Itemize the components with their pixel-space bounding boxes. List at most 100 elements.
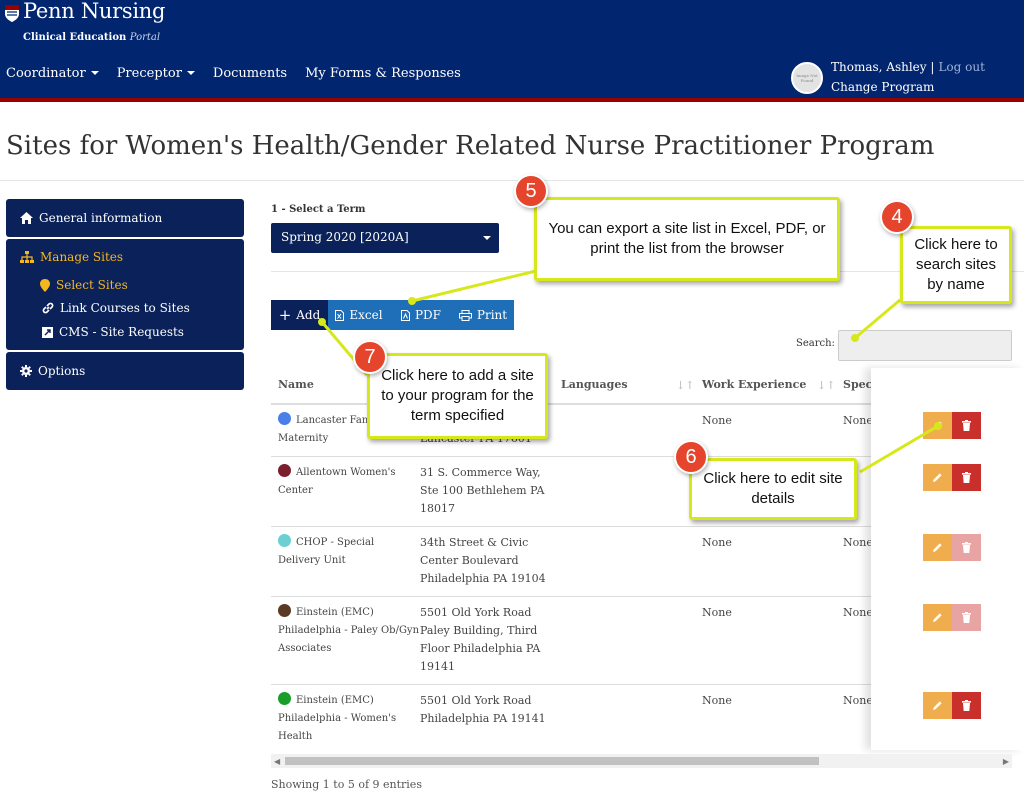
site-color-dot (278, 412, 291, 425)
column-header-languages[interactable]: Languages (561, 378, 628, 391)
logo-subtitle: Clinical Education Portal (23, 32, 161, 43)
sidebar-section-manage-sites: Manage Sites Select Sites Link Courses t… (6, 239, 244, 350)
table-row-specialty: None (843, 414, 873, 427)
change-program-link[interactable]: Change Program (831, 80, 934, 94)
table-info: Showing 1 to 5 of 9 entries (271, 778, 422, 791)
edit-site-button[interactable] (923, 692, 952, 719)
main-nav: Coordinator Preceptor Documents My Forms… (6, 66, 461, 81)
edit-site-button[interactable] (923, 412, 952, 439)
print-button[interactable]: Print (452, 300, 514, 330)
edit-site-button[interactable] (923, 534, 952, 561)
trash-icon (962, 612, 971, 623)
table-row-specialty: None (843, 694, 873, 707)
table-row-specialty: None (843, 606, 873, 619)
export-excel-button[interactable]: Excel (328, 300, 390, 330)
export-pdf-button[interactable]: PDF (390, 300, 452, 330)
delete-site-button[interactable] (952, 692, 981, 719)
delete-site-button-disabled (952, 534, 981, 561)
trash-icon (962, 542, 971, 553)
sidebar-item-label: Options (38, 364, 86, 378)
sidebar-item-cms-requests[interactable]: CMS - Site Requests (42, 325, 184, 339)
table-row-address: 5501 Old York Road Philadelphia PA 19141 (420, 694, 546, 725)
delete-site-button[interactable] (952, 464, 981, 491)
table-row-name[interactable]: Einstein (EMC) Philadelphia - Paley Ob/G… (278, 604, 419, 658)
table-row-name[interactable]: Lancaster Famil Maternity (278, 412, 378, 448)
scroll-left-icon[interactable]: ◀ (274, 757, 280, 766)
map-marker-icon (40, 278, 50, 292)
callout-edit: Click here to edit site details (689, 458, 857, 520)
callout-badge-7: 7 (353, 340, 387, 374)
column-header-name[interactable]: Name (278, 378, 314, 391)
sidebar-item-label: General information (39, 211, 163, 225)
pencil-icon (933, 543, 942, 552)
chevron-down-icon (90, 71, 99, 75)
edit-site-button[interactable] (923, 604, 952, 631)
sidebar-item-general-information[interactable]: General information (6, 199, 244, 237)
sidebar-item-select-sites[interactable]: Select Sites (40, 278, 128, 292)
file-excel-icon (335, 309, 345, 321)
callout-add: Click here to add a site to your program… (367, 353, 548, 439)
term-label: 1 - Select a Term (271, 204, 366, 215)
user-name: Thomas, Ashley (831, 60, 927, 74)
pencil-icon (933, 421, 942, 430)
trash-icon (962, 700, 971, 711)
print-icon (458, 309, 472, 321)
chevron-down-icon (483, 236, 491, 240)
sidebar-item-link-courses[interactable]: Link Courses to Sites (42, 301, 190, 315)
table-row-address: 5501 Old York Road Paley Building, Third F… (420, 606, 541, 673)
search-input[interactable] (838, 330, 1012, 361)
table-row-specialty: None (843, 536, 873, 549)
horizontal-scrollbar[interactable]: ◀ ▶ (271, 754, 1012, 768)
penn-shield-icon (5, 5, 19, 22)
external-link-icon (42, 326, 53, 338)
nav-coordinator[interactable]: Coordinator (6, 66, 99, 81)
sidebar-item-options[interactable]: Options (6, 352, 244, 390)
sitemap-icon (20, 251, 34, 263)
search-label: Search: (796, 338, 835, 349)
term-select[interactable]: Spring 2020 [2020A] (271, 223, 499, 253)
site-color-dot (278, 534, 291, 547)
site-color-dot (278, 692, 291, 705)
nav-my-forms[interactable]: My Forms & Responses (305, 66, 461, 81)
table-row-name[interactable]: Einstein (EMC) Philadelphia - Women's Hea… (278, 692, 396, 746)
sort-icon: ↓↑ (676, 379, 695, 392)
delete-site-button[interactable] (952, 412, 981, 439)
user-info: Thomas, Ashley | Log out (831, 60, 985, 74)
column-header-work-experience[interactable]: Work Experience (702, 378, 806, 391)
row-divider (271, 596, 871, 597)
trash-icon (962, 472, 971, 483)
table-row-work-experience: None (702, 414, 732, 427)
pencil-icon (933, 701, 942, 710)
table-row-name[interactable]: CHOP - Special Delivery Unit (278, 534, 374, 570)
nav-documents[interactable]: Documents (213, 66, 287, 81)
logo-title: Penn Nursing (23, 0, 166, 23)
sort-icon: ↓↑ (817, 379, 836, 392)
site-color-dot (278, 464, 291, 477)
divider (0, 180, 1024, 181)
penn-nursing-logo[interactable]: Penn Nursing Clinical Education Portal (4, 0, 166, 48)
top-header: Penn Nursing Clinical Education Portal C… (0, 0, 1024, 98)
sidebar-item-manage-sites[interactable]: Manage Sites (6, 239, 244, 275)
chevron-down-icon (186, 71, 195, 75)
callout-badge-6: 6 (674, 440, 708, 474)
table-row-address: 31 S. Commerce Way, Ste 100 Bethlehem PA 1… (420, 466, 545, 515)
delete-site-button-disabled (952, 604, 981, 631)
table-row-work-experience: None (702, 536, 732, 549)
callout-badge-4: 4 (880, 200, 914, 234)
row-divider (271, 456, 871, 457)
callout-search: Click here to search sites by name (900, 226, 1012, 304)
avatar[interactable]: Image Not Found (791, 62, 823, 94)
home-icon (20, 212, 33, 224)
nav-preceptor[interactable]: Preceptor (117, 66, 195, 81)
row-divider (271, 526, 871, 527)
term-select-value: Spring 2020 [2020A] (281, 230, 409, 244)
row-divider (271, 684, 871, 685)
edit-site-button[interactable] (923, 464, 952, 491)
sidebar-item-label: Manage Sites (40, 250, 124, 264)
logout-link[interactable]: Log out (938, 60, 984, 74)
site-color-dot (278, 604, 291, 617)
scroll-right-icon[interactable]: ▶ (1003, 757, 1009, 766)
table-row-name[interactable]: Allentown Women's Center (278, 464, 396, 500)
scrollbar-thumb[interactable] (285, 757, 819, 765)
add-site-button[interactable]: + Add (271, 300, 328, 330)
